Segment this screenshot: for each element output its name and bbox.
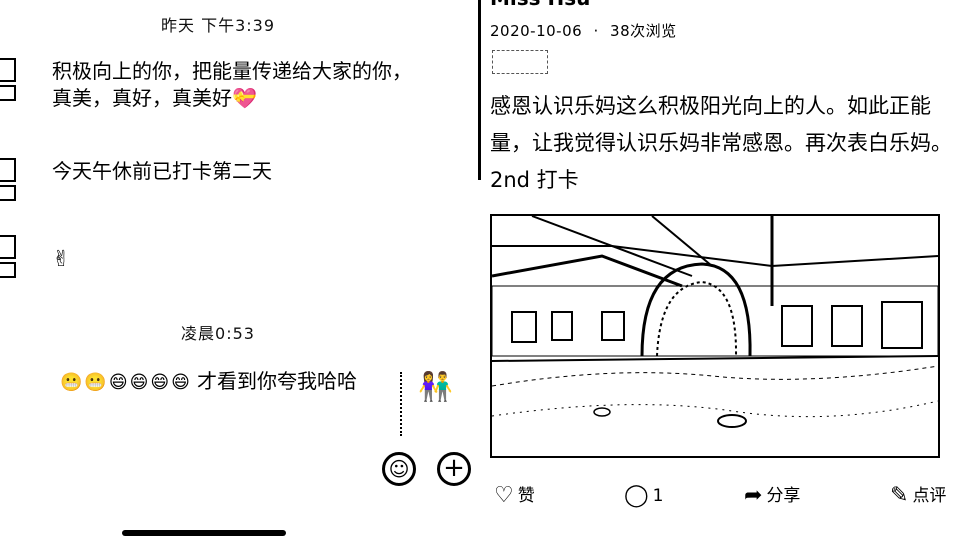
reply-message[interactable]: 😬😬😄😄😄😄 才看到你夸我哈哈	[60, 368, 410, 438]
heart-outline-icon: ♡	[494, 483, 514, 508]
chat-pane: 昨天 下午3:39 积极向上的你，把能量传递给大家的你，真美，真好，真美好💝 今…	[0, 0, 476, 544]
review-label: 点评	[912, 486, 947, 506]
victory-hand-icon: ✌	[52, 247, 71, 272]
comment-count: 1	[652, 486, 664, 506]
emoji-faces: 😬😬😄😄😄😄	[60, 372, 192, 393]
post-date: 2020-10-06	[490, 22, 583, 40]
chat-timestamp: 昨天 下午3:39	[160, 16, 276, 35]
share-button[interactable]: ➦ 分享	[744, 482, 800, 510]
like-button[interactable]: ♡ 赞	[494, 482, 535, 510]
reply-text: 才看到你夸我哈哈	[196, 369, 357, 393]
post-pane: Miss Hsu 2020-10-06 · 38次浏览 感恩认识乐妈这么积极阳光…	[482, 0, 967, 544]
post-actions: ♡ 赞 ◯ 1 ➦ 分享 ✎ 点评	[490, 482, 967, 512]
pane-divider	[478, 0, 481, 180]
post-photo[interactable]	[490, 214, 940, 458]
edit-square-icon: ✎	[890, 483, 909, 508]
home-indicator	[122, 530, 286, 536]
post-author[interactable]: Miss Hsu	[490, 0, 590, 10]
reply-divider	[400, 372, 402, 436]
chat-message-text: 积极向上的你，把能量传递给大家的你，真美，真好，真美好💝	[52, 59, 412, 110]
room-photo-illustration	[492, 216, 938, 428]
like-label: 赞	[517, 486, 535, 506]
comment-button[interactable]: ◯ 1	[624, 482, 663, 510]
post-views: 38次浏览	[610, 22, 677, 40]
couple-sticker-icon[interactable]: 👫	[418, 370, 453, 403]
post-tag[interactable]	[492, 50, 548, 74]
review-button[interactable]: ✎ 点评	[890, 482, 946, 510]
emoji-button[interactable]: ☺	[382, 452, 416, 486]
post-meta: 2020-10-06 · 38次浏览	[490, 20, 677, 41]
avatar[interactable]	[0, 58, 18, 104]
chat-timestamp: 凌晨0:53	[181, 324, 255, 343]
plus-button[interactable]: +	[437, 452, 471, 486]
speech-bubble-icon: ◯	[624, 483, 649, 508]
chat-message-text: 今天午休前已打卡第二天	[52, 159, 272, 183]
post-body: 感恩认识乐妈这么积极阳光向上的人。如此正能量，让我觉得认识乐妈非常感恩。再次表白…	[490, 94, 952, 192]
share-arrow-icon: ➦	[744, 483, 763, 508]
share-label: 分享	[766, 486, 801, 506]
avatar[interactable]	[0, 235, 18, 281]
avatar[interactable]	[0, 158, 18, 204]
meta-separator: ·	[593, 22, 599, 40]
